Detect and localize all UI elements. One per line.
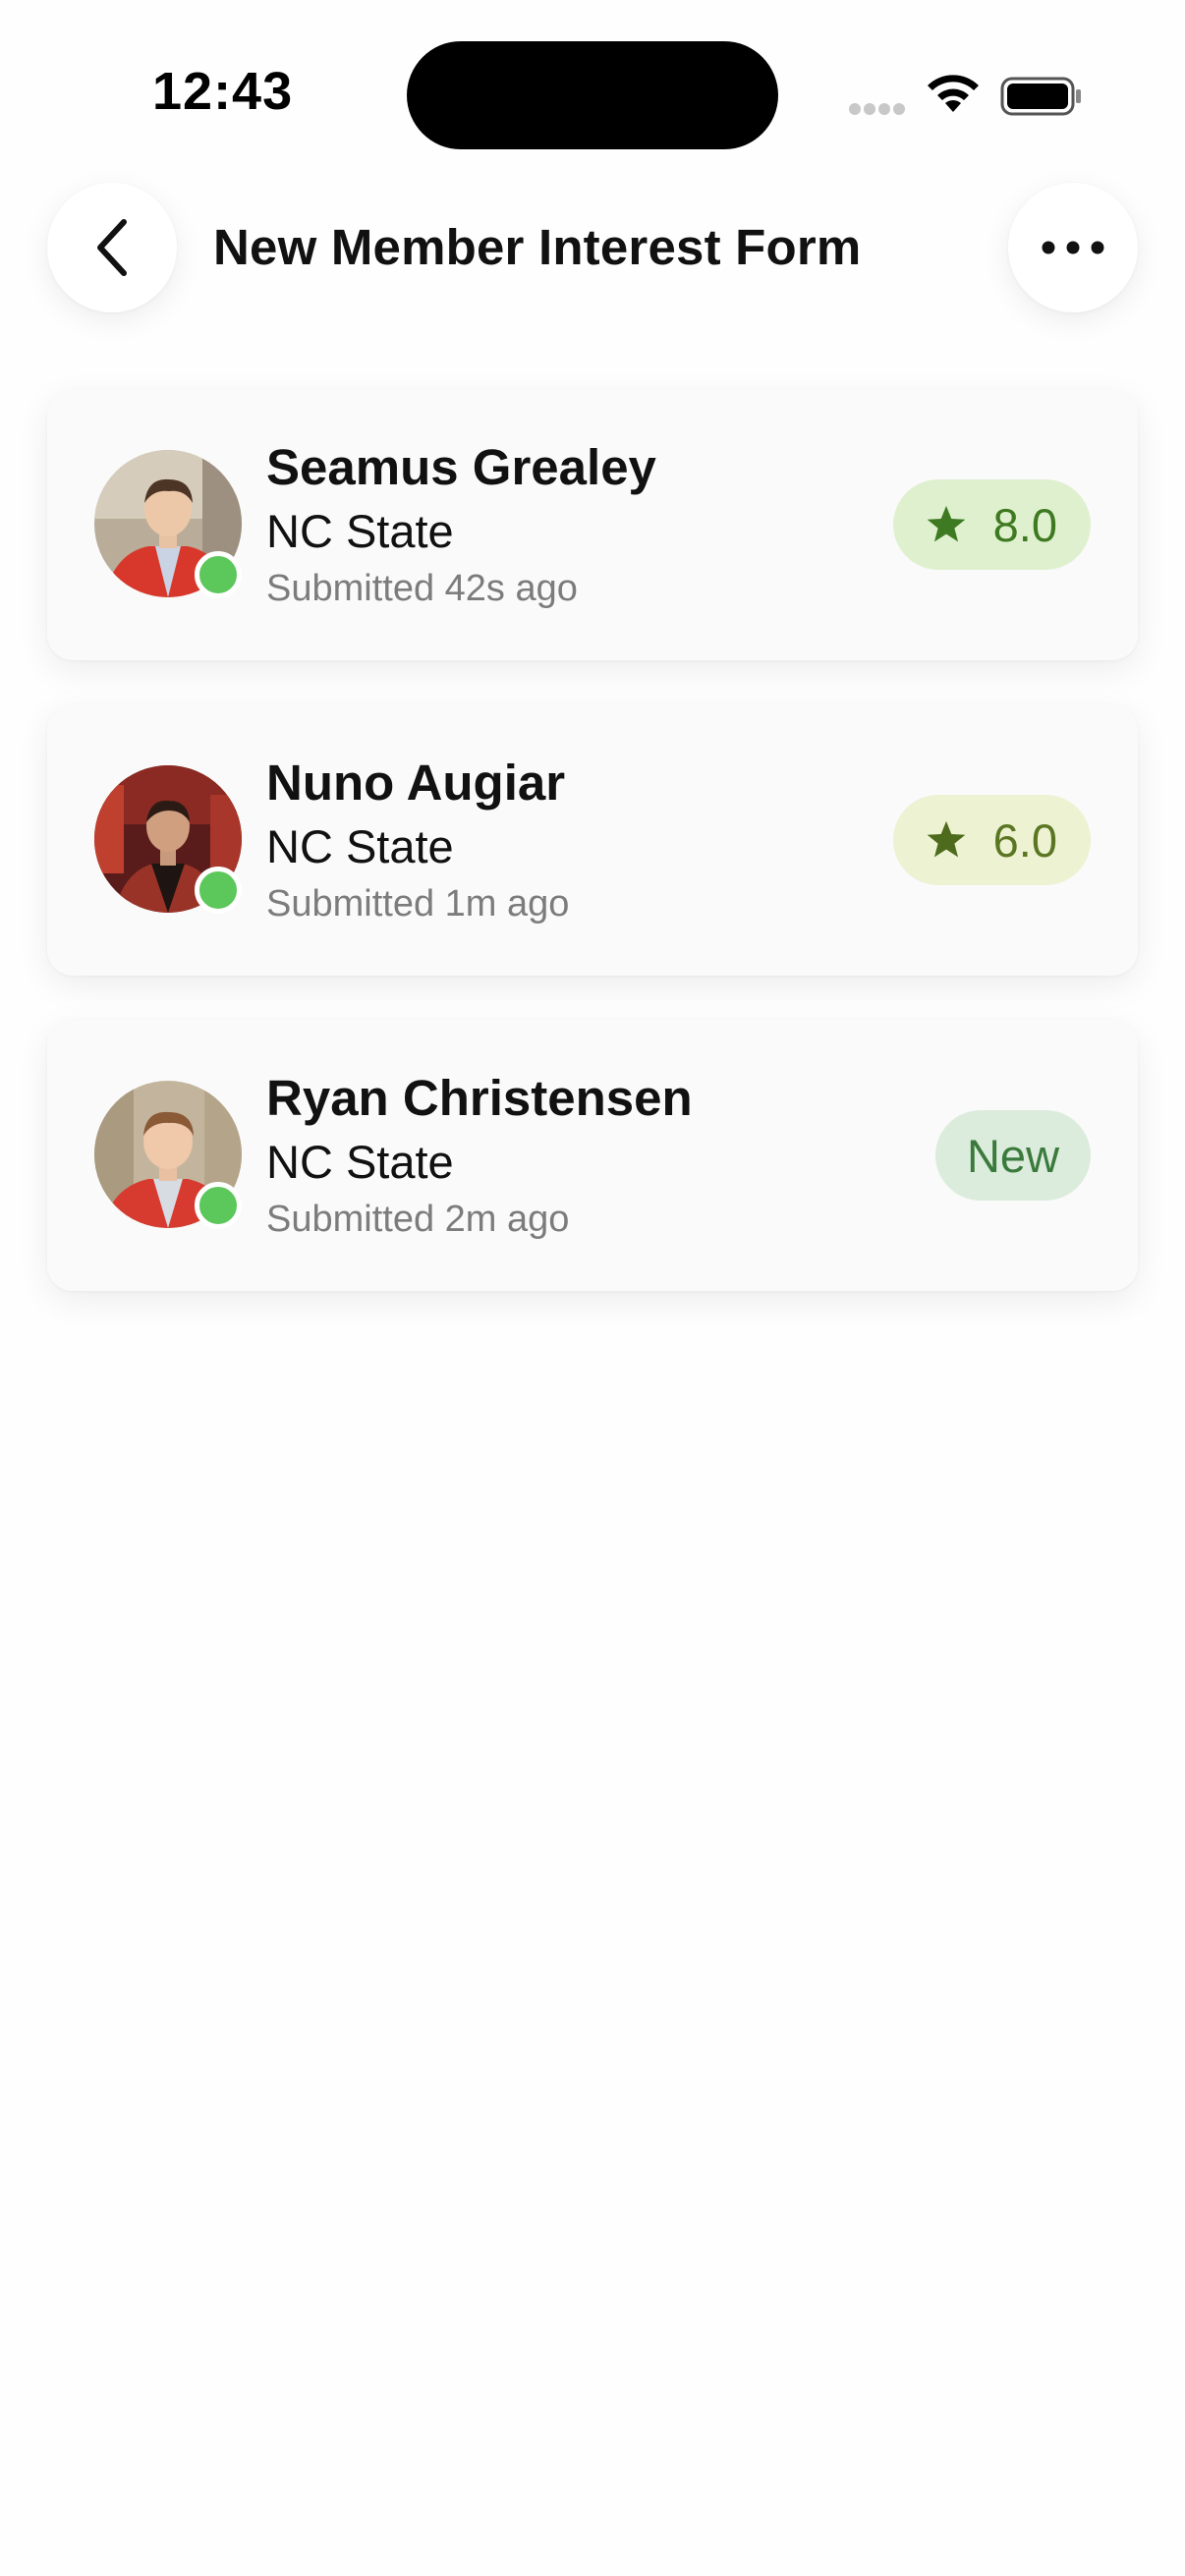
- new-badge-label: New: [966, 1129, 1060, 1182]
- submitted-time: Submitted 2m ago: [266, 1199, 570, 1240]
- member-name: Seamus Grealey: [266, 439, 656, 495]
- member-school: NC State: [266, 1136, 454, 1188]
- member-school: NC State: [266, 505, 454, 557]
- wifi-icon: [928, 75, 979, 112]
- status-time: 12:43: [152, 62, 294, 121]
- submitted-time: Submitted 42s ago: [266, 568, 578, 609]
- submission-card[interactable]: Nuno Augiar NC State Submitted 1m ago 6.…: [47, 704, 1138, 976]
- star-icon: [925, 819, 968, 861]
- score-value: 6.0: [992, 813, 1057, 867]
- online-status-indicator: [195, 1182, 242, 1229]
- online-status-indicator: [195, 551, 242, 598]
- member-school: NC State: [266, 820, 454, 872]
- ellipsis-icon: [1042, 241, 1104, 254]
- page-title: New Member Interest Form: [213, 219, 862, 275]
- score-badge: 8.0: [892, 479, 1091, 570]
- submission-list: Seamus Grealey NC State Submitted 42s ag…: [47, 389, 1138, 1335]
- submission-card[interactable]: Seamus Grealey NC State Submitted 42s ag…: [47, 389, 1138, 660]
- online-status-indicator: [195, 867, 242, 914]
- new-badge: New: [935, 1110, 1091, 1201]
- more-options-button[interactable]: [1008, 183, 1138, 312]
- member-name: Nuno Augiar: [266, 755, 566, 811]
- chevron-left-icon: [97, 219, 127, 276]
- dynamic-island: [407, 41, 778, 149]
- score-value: 8.0: [992, 498, 1057, 551]
- star-icon: [925, 504, 968, 545]
- score-badge: 6.0: [892, 795, 1091, 885]
- back-button[interactable]: [47, 183, 177, 312]
- cellular-signal-icon: [849, 102, 908, 118]
- submitted-time: Submitted 1m ago: [266, 883, 570, 924]
- submission-card[interactable]: Ryan Christensen NC State Submitted 2m a…: [47, 1020, 1138, 1291]
- screen: 12:43 New Member Interest Form Seamus Gr…: [0, 0, 1185, 2576]
- battery-icon: [1000, 77, 1081, 116]
- member-name: Ryan Christensen: [266, 1070, 693, 1126]
